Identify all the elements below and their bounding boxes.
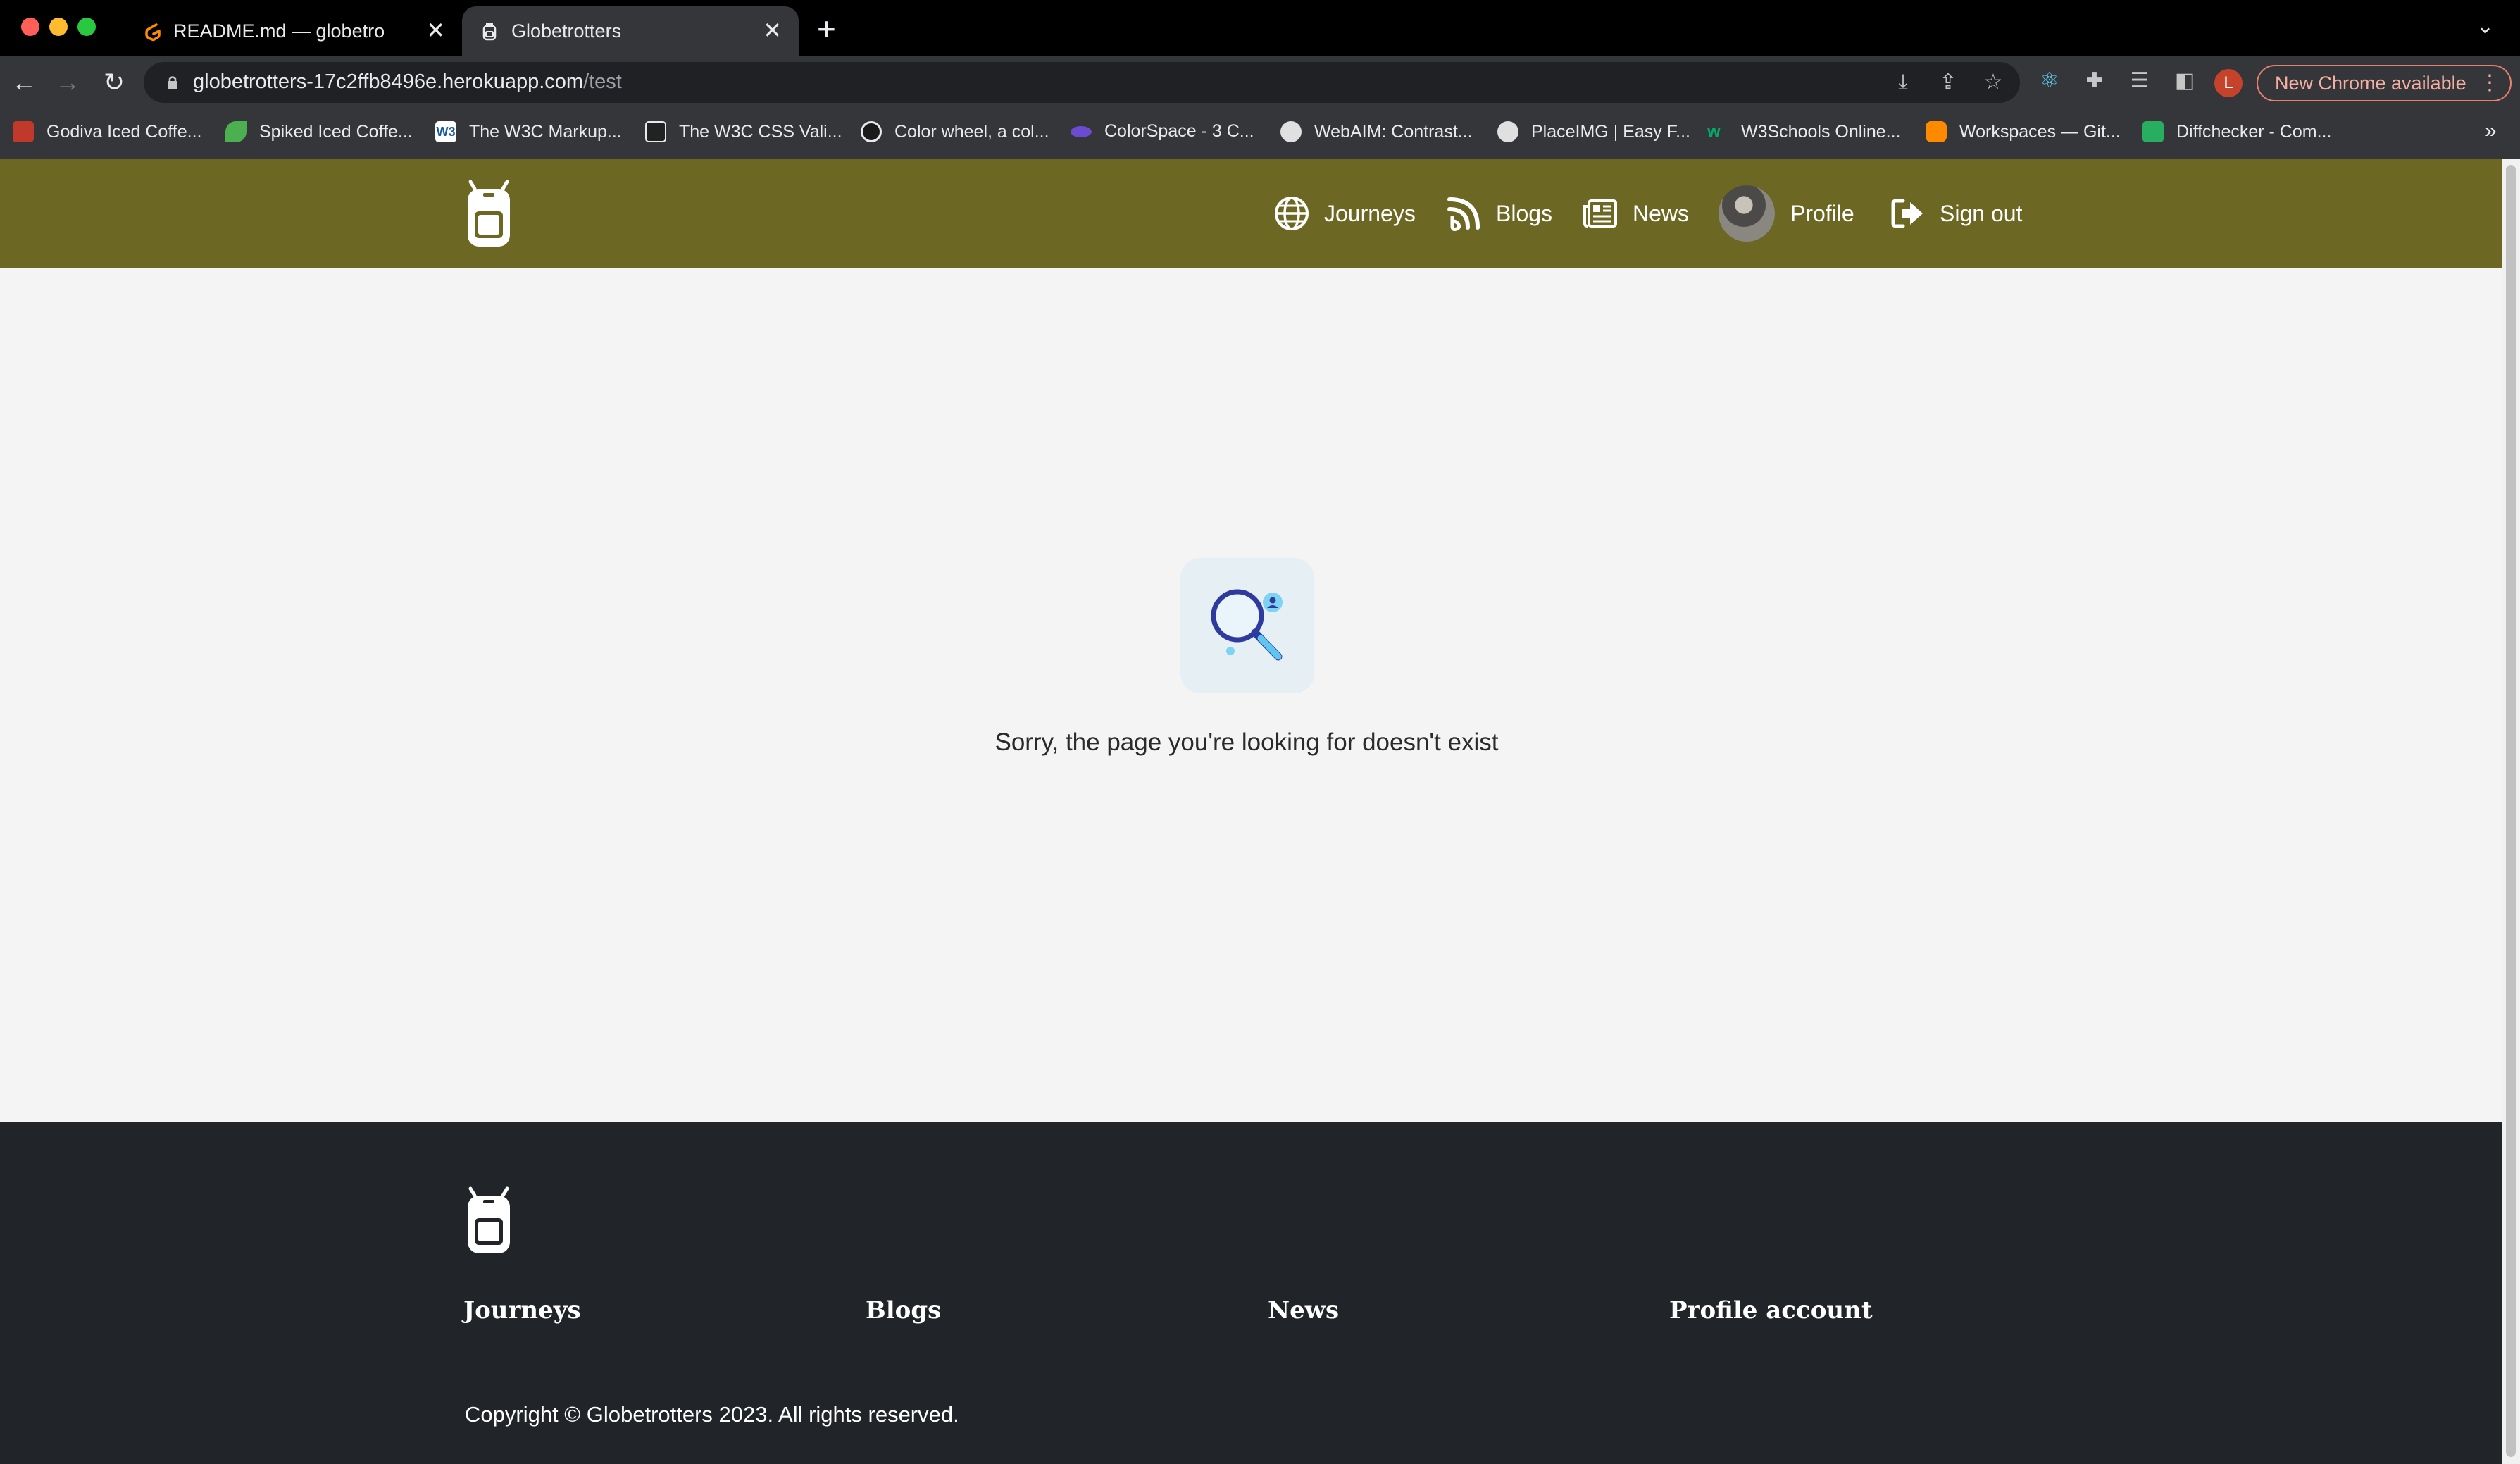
footer-link-journeys[interactable]: Journeys xyxy=(463,1296,581,1325)
browser-tab-strip: README.md — globetrotter — ✕ Globetrotte… xyxy=(0,0,2520,56)
color-wheel-icon xyxy=(861,121,882,142)
bookmark-label: Godiva Iced Coffe... xyxy=(46,121,202,142)
reading-list-icon[interactable]: ☰ xyxy=(2126,67,2154,95)
bookmark-label: ColorSpace - 3 C... xyxy=(1104,121,1254,141)
gitpod-icon xyxy=(145,23,161,42)
globe-icon xyxy=(1497,121,1518,142)
bookmark-star-icon[interactable]: ☆ xyxy=(1979,68,2007,97)
bookmark-label: The W3C CSS Vali... xyxy=(679,121,842,142)
bookmark-item[interactable]: PlaceIMG | Easy F... xyxy=(1497,121,1690,142)
blog-feed-icon xyxy=(1447,197,1480,231)
nav-blogs[interactable]: Blogs xyxy=(1445,159,1552,268)
react-devtools-icon[interactable]: ⚛ xyxy=(2035,67,2064,95)
bookmark-label: The W3C Markup... xyxy=(469,121,622,142)
share-icon[interactable]: ⇪ xyxy=(1934,68,1962,97)
more-menu-icon[interactable]: ⋮ xyxy=(2479,66,2500,100)
bookmark-label: W3Schools Online... xyxy=(1741,121,1901,142)
update-label: New Chrome available xyxy=(2275,73,2466,94)
diffchecker-icon xyxy=(2142,121,2164,142)
sign-out-icon xyxy=(1891,199,1923,228)
backpack-icon xyxy=(482,23,497,41)
nav-profile[interactable]: Profile xyxy=(1719,159,1854,268)
bookmark-label: Spiked Iced Coffe... xyxy=(259,121,413,142)
copyright-text: Copyright © Globetrotters 2023. All righ… xyxy=(465,1402,959,1427)
nav-label: Journeys xyxy=(1324,200,1416,226)
bookmark-item[interactable]: W3 The W3C Markup... xyxy=(435,121,622,142)
close-tab-icon[interactable]: ✕ xyxy=(426,19,445,42)
bookmarks-overflow-icon[interactable]: » xyxy=(2485,119,2497,143)
no-results-search-icon xyxy=(1180,558,1314,693)
nav-news[interactable]: News xyxy=(1582,159,1689,268)
colorspace-icon xyxy=(1071,125,1092,137)
nav-sign-out[interactable]: Sign out xyxy=(1889,159,2022,268)
webaim-icon xyxy=(1280,121,1302,142)
error-message: Sorry, the page you're looking for doesn… xyxy=(994,728,1499,756)
minimize-window-button[interactable] xyxy=(49,18,68,36)
nav-label: Profile xyxy=(1790,200,1854,226)
scrollbar-thumb[interactable] xyxy=(2506,165,2516,1457)
tab-globetrotters[interactable]: Globetrotters ✕ xyxy=(462,6,799,56)
bookmark-item[interactable]: WebAIM: Contrast... xyxy=(1280,121,1473,142)
nav-label: Blogs xyxy=(1496,200,1553,226)
tab-title: Globetrotters xyxy=(511,20,622,42)
lock-icon xyxy=(168,76,177,89)
gitpod-icon xyxy=(1926,121,1947,142)
tab-readme[interactable]: README.md — globetrotter — ✕ xyxy=(131,6,462,56)
side-panel-icon[interactable]: ◧ xyxy=(2171,67,2199,95)
install-app-icon[interactable]: ⤓ xyxy=(1889,68,1917,97)
footer-link-profile-account[interactable]: Profile account xyxy=(1669,1296,1873,1325)
leaf-icon xyxy=(225,121,247,142)
bookmark-item[interactable]: Workspaces — Git... xyxy=(1926,121,2121,142)
site-footer xyxy=(0,1122,2502,1464)
w3schools-icon: w xyxy=(1707,122,1721,141)
url-text: globetrotters-17c2ffb8496e.herokuapp.com… xyxy=(193,70,622,94)
bookmark-item[interactable]: Color wheel, a col... xyxy=(861,121,1049,142)
site-header: Journeys Blogs News Profile Sign out xyxy=(0,159,2502,268)
chevron-down-icon[interactable]: ⌄ xyxy=(2476,14,2494,39)
page-scrollbar[interactable] xyxy=(2502,159,2520,1464)
tab-title: README.md — globetrotter — xyxy=(173,20,385,42)
bookmark-item[interactable]: The W3C CSS Vali... xyxy=(645,121,842,142)
close-tab-icon[interactable]: ✕ xyxy=(763,19,782,42)
maximize-window-button[interactable] xyxy=(77,18,96,36)
url-host: globetrotters-17c2ffb8496e.herokuapp.com xyxy=(193,70,584,93)
close-window-button[interactable] xyxy=(21,18,39,36)
extensions-puzzle-icon[interactable]: ✚ xyxy=(2081,67,2109,95)
bookmarks-bar: Godiva Iced Coffe... Spiked Iced Coffe..… xyxy=(0,109,2520,159)
nav-label: Sign out xyxy=(1940,200,2023,226)
nav-journeys[interactable]: Journeys xyxy=(1273,159,1416,268)
profile-avatar[interactable]: L xyxy=(2214,69,2243,97)
bookmark-item[interactable]: Diffchecker - Com... xyxy=(2142,121,2331,142)
bookmark-label: PlaceIMG | Easy F... xyxy=(1531,121,1691,142)
new-tab-button[interactable]: + xyxy=(817,13,836,45)
newspaper-icon xyxy=(1583,199,1617,228)
bookmark-label: WebAIM: Contrast... xyxy=(1314,121,1473,142)
w3c-css-icon xyxy=(645,121,666,142)
address-bar[interactable]: globetrotters-17c2ffb8496e.herokuapp.com… xyxy=(144,62,2020,103)
back-button[interactable]: ← xyxy=(10,68,38,97)
footer-link-news[interactable]: News xyxy=(1268,1296,1339,1325)
footer-link-blogs[interactable]: Blogs xyxy=(866,1296,941,1325)
browser-toolbar: ← → ↻ globetrotters-17c2ffb8496e.herokua… xyxy=(0,56,2520,109)
reload-button[interactable]: ↻ xyxy=(100,68,128,97)
bookmark-label: Workspaces — Git... xyxy=(1959,121,2121,142)
bookmark-item[interactable]: Godiva Iced Coffe... xyxy=(13,121,202,142)
forward-button[interactable]: → xyxy=(54,68,82,97)
godiva-icon xyxy=(13,121,34,142)
bookmark-label: Color wheel, a col... xyxy=(894,121,1049,142)
nav-label: News xyxy=(1633,200,1690,226)
bookmark-item[interactable]: w W3Schools Online... xyxy=(1707,121,1901,142)
main-content xyxy=(0,268,2502,1122)
globe-icon xyxy=(1275,197,1309,230)
backpack-logo-icon[interactable] xyxy=(462,1184,516,1257)
update-chrome-button[interactable]: New Chrome available ⋮ xyxy=(2257,65,2512,101)
bookmark-item[interactable]: Spiked Iced Coffe... xyxy=(225,121,413,142)
avatar xyxy=(1719,185,1775,242)
backpack-logo-icon[interactable] xyxy=(462,179,516,248)
bookmark-item[interactable]: ColorSpace - 3 C... xyxy=(1071,121,1254,142)
url-path: /test xyxy=(583,70,622,93)
w3c-icon: W3 xyxy=(435,121,456,142)
bookmark-label: Diffchecker - Com... xyxy=(2176,121,2332,142)
